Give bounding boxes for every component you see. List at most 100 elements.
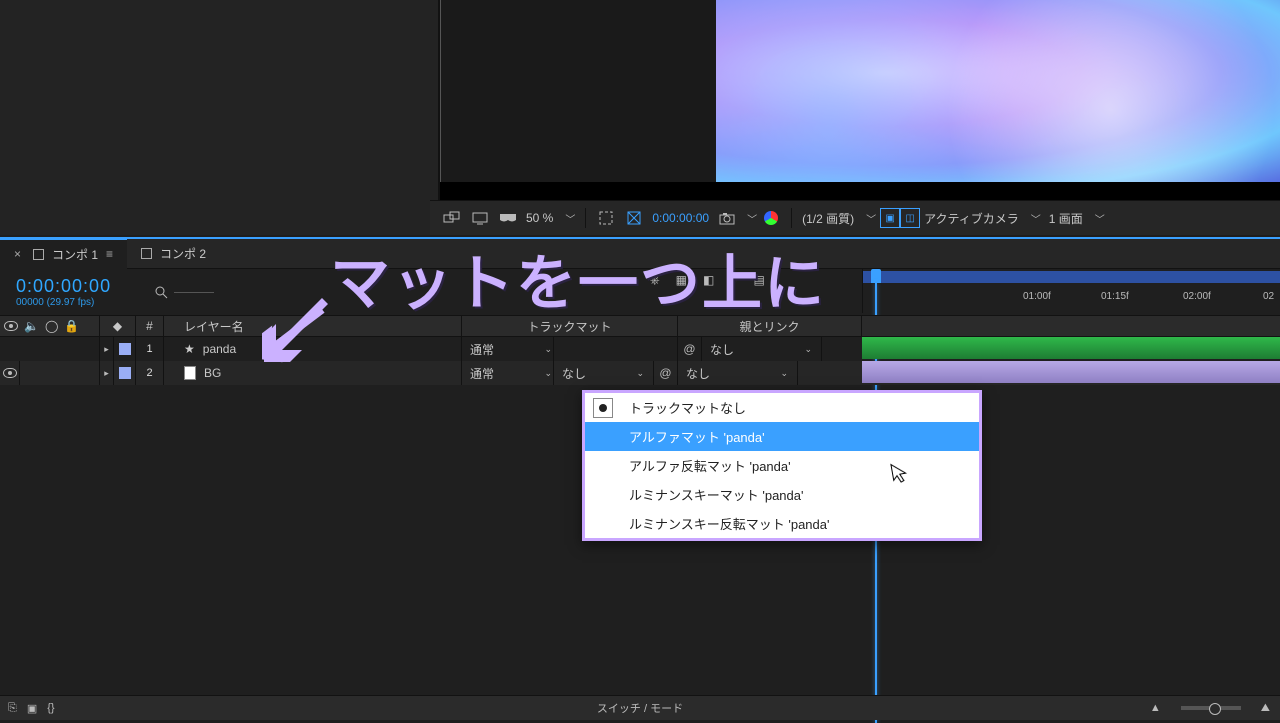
annotation-text: マットを一つ上に <box>330 235 826 322</box>
tab-label: コンポ 1 <box>52 246 98 263</box>
preview-area: 50 % ﹀ 0:00:00:00 ﹀ (1/2 画質) ﹀ ▣ ◫ アクティブカメ… <box>0 0 1280 235</box>
camera-value: アクティブカメラ <box>924 210 1019 227</box>
toggle-switches-icon[interactable]: ⎘ <box>8 702 17 715</box>
chevron-down-icon: ⌄ <box>804 344 812 355</box>
preview-timecode: 0:00:00:00 <box>652 211 709 225</box>
radio-checked-icon <box>593 398 613 418</box>
parent-dropdown[interactable]: なし⌄ <box>678 365 788 382</box>
chevron-down-icon: ⌄ <box>636 368 644 379</box>
camera-dropdown[interactable]: アクティブカメラ﹀ <box>920 208 1045 229</box>
context-menu-item[interactable]: アルファマット 'panda' <box>585 422 979 451</box>
timeline-footer: ⎘ ▣ {} スイッチ / モード ▲ ⛰ <box>0 695 1280 720</box>
chevron-down-icon: ⌄ <box>544 368 552 379</box>
chevron-down-icon: ﹀ <box>866 211 876 226</box>
toggle-brackets-icon[interactable]: {} <box>47 702 54 715</box>
ruler-tick: 01:15f <box>1101 291 1129 302</box>
layer-color-label[interactable] <box>119 343 131 355</box>
composition-icon <box>33 249 44 260</box>
annotation-arrow-icon <box>262 294 332 364</box>
menu-item-label: ルミナンスキー反転マット 'panda' <box>629 514 829 533</box>
toggle-modes-icon[interactable]: ▣ <box>27 702 37 715</box>
shape-layer-icon: ★ <box>184 342 195 356</box>
chevron-down-icon: ⌄ <box>780 368 788 379</box>
chevron-down-icon[interactable]: ﹀ <box>747 211 757 226</box>
snapshot-camera-icon[interactable] <box>715 206 739 230</box>
layer-name[interactable]: panda <box>203 342 236 356</box>
resolution-dropdown[interactable]: (1/2 画質) ﹀ <box>798 208 880 229</box>
pickwhip-icon[interactable]: @ <box>683 342 695 356</box>
work-area-bar[interactable] <box>863 271 1280 283</box>
pickwhip-icon[interactable]: @ <box>659 366 671 380</box>
chevron-down-icon: ⌄ <box>544 344 552 355</box>
chevron-down-icon: ﹀ <box>565 211 575 226</box>
zoom-in-mountain-icon[interactable]: ⛰ <box>1261 702 1270 715</box>
menu-item-label: アルファ反転マット 'panda' <box>629 456 791 475</box>
ruler-tick: 01:00f <box>1023 291 1051 302</box>
layer-search[interactable] <box>154 285 214 299</box>
color-channels-icon[interactable] <box>759 206 783 230</box>
mask-goggles-icon[interactable] <box>496 206 520 230</box>
blend-mode-dropdown[interactable]: 通常⌄ <box>462 365 552 382</box>
composition-empty-area <box>440 0 716 200</box>
layer-name[interactable]: BG <box>204 366 221 380</box>
zoom-value: 50 % <box>526 211 553 225</box>
composition-preview[interactable] <box>716 0 1280 182</box>
switch-mode-toggle[interactable]: スイッチ / モード <box>597 700 683 716</box>
expand-chevron-icon[interactable]: ▸ <box>104 368 109 379</box>
crop-to-roi-icon[interactable] <box>594 206 618 230</box>
current-timecode[interactable]: 0:00:00:00 <box>16 276 150 297</box>
eye-column-icon[interactable] <box>4 321 18 331</box>
visibility-eye-icon[interactable] <box>3 368 17 378</box>
menu-item-label: アルファマット 'panda' <box>629 427 765 446</box>
layer-index: 2 <box>146 367 152 379</box>
menu-item-label: トラックマットなし <box>629 398 746 417</box>
timeline-tab[interactable]: × コンポ 1 ≡ <box>0 239 127 269</box>
tab-label: コンポ 2 <box>160 245 206 262</box>
parent-dropdown[interactable]: なし⌄ <box>702 341 812 358</box>
playhead[interactable] <box>871 269 881 283</box>
context-menu-item[interactable]: アルファ反転マット 'panda' <box>585 451 979 480</box>
timeline-tab[interactable]: コンポ 2 <box>127 239 220 269</box>
search-icon <box>154 285 168 299</box>
timeline-zoom-slider[interactable] <box>1181 706 1241 710</box>
expand-chevron-icon[interactable]: ▸ <box>104 344 109 355</box>
blend-mode-dropdown[interactable]: 通常⌄ <box>462 341 552 358</box>
panel-menu-icon[interactable]: ≡ <box>106 247 113 261</box>
region-of-interest-icon[interactable]: ▣ <box>880 208 900 228</box>
layer-color-label[interactable] <box>119 367 131 379</box>
zoom-dropdown[interactable]: 50 % ﹀ <box>522 209 579 228</box>
views-dropdown[interactable]: 1 画面 ﹀ <box>1045 208 1109 229</box>
layer-index: 1 <box>146 343 152 355</box>
layer-duration-bar[interactable] <box>862 361 1280 383</box>
zoom-out-icon[interactable]: ▲ <box>1150 702 1161 714</box>
close-icon[interactable]: × <box>14 247 21 261</box>
ruler-tick: 02 <box>1263 291 1274 302</box>
lock-column-icon[interactable]: 🔒 <box>64 319 79 333</box>
label-column-icon[interactable]: ◆ <box>113 319 122 333</box>
preview-footer-toolbar: 50 % ﹀ 0:00:00:00 ﹀ (1/2 画質) ﹀ ▣ ◫ アクティブカメ… <box>430 200 1280 235</box>
time-ruler[interactable]: 01:00f 01:15f 02:00f 02 <box>862 269 1280 313</box>
preview-letterbox <box>440 182 1280 200</box>
resolution-value: (1/2 画質) <box>802 210 854 227</box>
chevron-down-icon: ﹀ <box>1095 211 1105 226</box>
magnify-ratio-icon[interactable] <box>440 206 464 230</box>
views-value: 1 画面 <box>1049 210 1083 227</box>
menu-item-label: ルミナンスキーマット 'panda' <box>629 485 803 504</box>
composition-icon <box>141 248 152 259</box>
monitor-icon[interactable] <box>468 206 492 230</box>
preview-time-display[interactable]: 0:00:00:00 <box>648 209 713 227</box>
layer-duration-bar[interactable] <box>862 337 1280 359</box>
context-menu-item[interactable]: ルミナンスキー反転マット 'panda' <box>585 509 979 538</box>
project-panel-slice <box>0 0 438 235</box>
index-column-header: # <box>136 316 164 336</box>
context-menu-item[interactable]: ルミナンスキーマット 'panda' <box>585 480 979 509</box>
toggle-transparency-icon[interactable]: ◫ <box>900 208 920 228</box>
track-matte-context-menu: トラックマットなし アルファマット 'panda' アルファ反転マット 'pan… <box>582 390 982 541</box>
transparency-grid-icon[interactable] <box>622 206 646 230</box>
track-matte-dropdown[interactable]: なし⌄ <box>554 365 644 382</box>
audio-column-icon[interactable]: 🔈 <box>24 319 39 333</box>
ruler-tick: 02:00f <box>1183 291 1211 302</box>
solo-column-icon[interactable]: ◯ <box>45 319 58 333</box>
frame-info: 00000 (29.97 fps) <box>16 297 150 308</box>
context-menu-item[interactable]: トラックマットなし <box>585 393 979 422</box>
